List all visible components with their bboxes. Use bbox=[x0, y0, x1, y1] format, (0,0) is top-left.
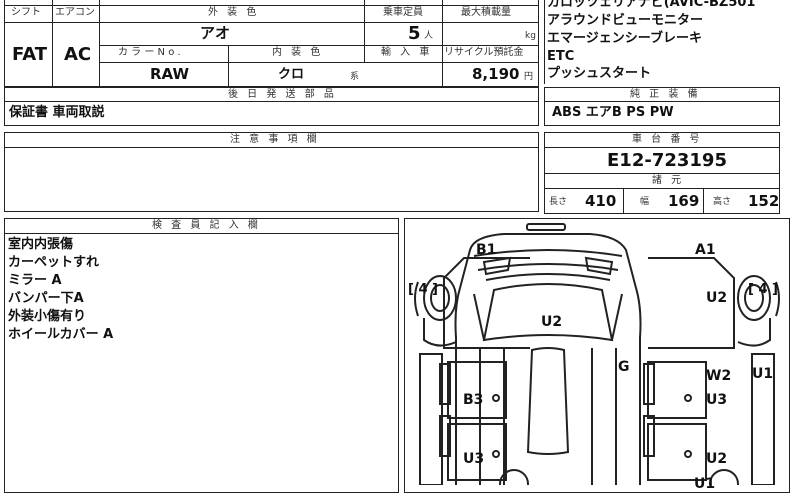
import-header: 輸 入 車 bbox=[381, 47, 433, 58]
diagram-label-g: G bbox=[618, 359, 630, 375]
length-value: 410 bbox=[585, 192, 617, 210]
diagram-label-u2-top: U2 bbox=[541, 314, 563, 330]
later-parts-header: 後 日 発 送 部 品 bbox=[228, 89, 337, 100]
inspector-note: 室内内張傷 bbox=[8, 237, 74, 252]
color-no-header: カ ラ ー N o . bbox=[118, 47, 181, 58]
diagram-label-b1: B1 bbox=[476, 242, 497, 258]
option-item: プッシュスタート bbox=[547, 66, 652, 81]
notes-header: 注 意 事 項 欄 bbox=[230, 134, 320, 145]
color-no-value: RAW bbox=[150, 65, 190, 83]
capacity-value: 5 bbox=[408, 23, 421, 44]
diagram-label-u1-bottom: U1 bbox=[694, 476, 716, 492]
height-value: 152 bbox=[748, 192, 780, 210]
diagram-label-u2-right: U2 bbox=[706, 290, 728, 306]
option-item: ETC bbox=[547, 49, 575, 64]
shift-header: シフト bbox=[11, 7, 41, 18]
diagram-bracket-right: [ 4 ] bbox=[748, 282, 778, 297]
option-item: エマージェンシーブレーキ bbox=[547, 31, 702, 46]
option-item: カロッツェリアナビ(AVIC-BZ501 bbox=[547, 0, 756, 10]
capacity-header: 乗車定員 bbox=[383, 7, 423, 18]
diagram-bracket-left: [ 4 ] bbox=[408, 282, 438, 297]
genuine-equipment-header: 純 正 装 備 bbox=[630, 89, 701, 100]
diagram-label-a1: A1 bbox=[695, 242, 716, 258]
chassis-no-header: 車 台 番 号 bbox=[632, 134, 703, 145]
diagram-label-u3-right: U3 bbox=[706, 392, 728, 408]
exterior-color-value: アオ bbox=[200, 24, 231, 42]
genuine-equipment-value: ABS エアB PS PW bbox=[552, 105, 674, 120]
aircon-header: エアコン bbox=[55, 7, 95, 18]
diagram-label-b3: B3 bbox=[463, 392, 484, 408]
width-label: 幅 bbox=[640, 197, 650, 207]
inspector-header: 検 査 員 記 入 欄 bbox=[152, 220, 261, 231]
interior-color-value: クロ bbox=[278, 67, 305, 82]
car-diagram bbox=[414, 223, 780, 485]
length-label: 長さ bbox=[549, 197, 568, 207]
inspector-note: カーペットすれ bbox=[8, 255, 100, 270]
diagram-label-u1: U1 bbox=[752, 366, 774, 382]
recycle-fee-header: リサイクル預託金 bbox=[444, 47, 524, 58]
capacity-unit: 人 bbox=[424, 31, 434, 41]
option-item: アラウンドビューモニター bbox=[547, 13, 704, 28]
max-load-header: 最大積載量 bbox=[461, 7, 511, 18]
inspector-note: ホイールカバー A bbox=[8, 327, 114, 342]
chassis-no-value: E12-723195 bbox=[607, 150, 727, 171]
inspector-note: 外装小傷有り bbox=[8, 309, 87, 324]
inspector-note: バンパー下A bbox=[8, 291, 84, 306]
specs-header: 諸 元 bbox=[652, 175, 685, 186]
max-load-unit: kg bbox=[525, 31, 536, 41]
aircon-value: AC bbox=[64, 44, 92, 65]
later-parts-value: 保証書 車両取説 bbox=[9, 105, 105, 120]
shift-value: FAT bbox=[12, 44, 48, 65]
inspector-note: ミラー A bbox=[8, 273, 62, 288]
diagram-label-u3-left: U3 bbox=[463, 451, 485, 467]
exterior-color-header: 外 装 色 bbox=[208, 7, 260, 18]
recycle-fee-value: 8,190 bbox=[472, 65, 520, 83]
options-list: カロッツェリアナビ(AVIC-BZ501 アラウンドビューモニター エマージェン… bbox=[544, 0, 790, 84]
diagram-label-w2: W2 bbox=[706, 368, 732, 384]
recycle-fee-unit: 円 bbox=[524, 72, 534, 82]
interior-color-header: 内 装 色 bbox=[272, 47, 324, 58]
interior-suffix: 系 bbox=[350, 72, 360, 82]
height-label: 高さ bbox=[713, 197, 732, 207]
diagram-label-u2-bottom: U2 bbox=[706, 451, 728, 467]
width-value: 169 bbox=[668, 192, 700, 210]
